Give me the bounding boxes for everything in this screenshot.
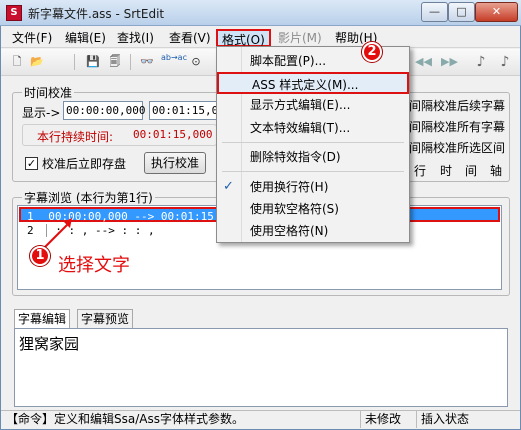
menu-separator — [222, 171, 404, 172]
tab-subtitle-edit[interactable]: 字幕编辑 — [14, 309, 71, 329]
menu-item-ass-style[interactable]: ASS 样式定义(M)... — [217, 72, 409, 94]
arrow-line-1 — [43, 221, 71, 249]
step-1-text: 选择文字 — [58, 255, 130, 276]
menu-item-text-effect[interactable]: 文本特效编辑(T)... — [217, 117, 409, 139]
menu-item-use-soft-space[interactable]: 使用软空格符(S) — [217, 198, 409, 220]
status-modified: 未修改 — [360, 411, 401, 428]
menu-item-use-space[interactable]: 使用空格符(N) — [217, 220, 409, 242]
subtitle-editor[interactable]: 狸窝家园 — [14, 328, 508, 407]
step-2-badge: 2 — [362, 42, 382, 62]
step-1-badge: 1 — [30, 246, 50, 266]
status-insert-mode: 插入状态 — [416, 411, 469, 428]
menu-item-use-newline[interactable]: 使用换行符(H) — [217, 176, 409, 198]
menu-separator — [222, 142, 404, 143]
menu-item-display-edit[interactable]: 显示方式编辑(E)... — [217, 94, 409, 116]
menu-item-delete-effect[interactable]: 删除特效指令(D) — [217, 146, 409, 168]
tab-subtitle-preview[interactable]: 字幕预览 — [77, 309, 134, 329]
status-command-text: 【命令】定义和编辑Ssa/Ass字体样式参数。 — [6, 412, 244, 426]
